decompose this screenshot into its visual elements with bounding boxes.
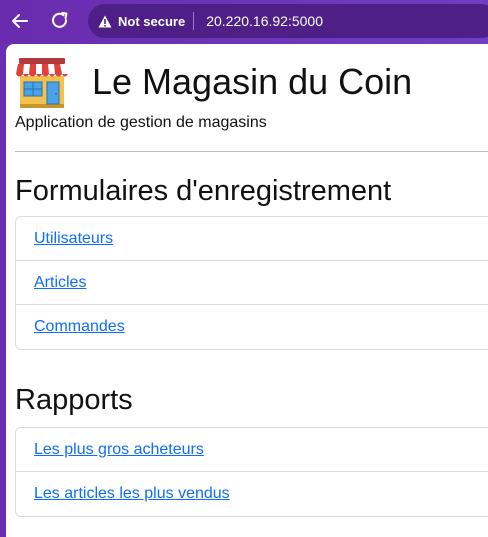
- articles-link[interactable]: Articles: [34, 274, 86, 292]
- list-item: Utilisateurs: [16, 217, 488, 261]
- back-arrow-icon: [12, 14, 28, 28]
- header-divider: [15, 151, 488, 152]
- best-selling-articles-link[interactable]: Les articles les plus vendus: [34, 485, 230, 503]
- reload-icon: [52, 12, 68, 28]
- page-subtitle: Application de gestion de magasins: [15, 114, 267, 131]
- list-item: Les plus gros acheteurs: [16, 428, 488, 472]
- address-divider: [193, 12, 195, 30]
- page-content: Le Magasin du Coin Application de gestio…: [6, 44, 488, 537]
- page-title: Le Magasin du Coin: [92, 61, 413, 102]
- forms-list: Utilisateurs Articles Commandes: [15, 216, 488, 350]
- top-buyers-link[interactable]: Les plus gros acheteurs: [34, 441, 204, 459]
- back-button[interactable]: [7, 8, 33, 34]
- list-item: Les articles les plus vendus: [16, 472, 488, 516]
- list-item: Articles: [16, 261, 488, 305]
- orders-link[interactable]: Commandes: [34, 318, 125, 336]
- security-label[interactable]: Not secure: [118, 14, 185, 29]
- reload-button[interactable]: [47, 8, 73, 34]
- forms-section-title: Formulaires d'enregistrement: [15, 175, 392, 207]
- browser-toolbar: Not secure 20.220.16.92:5000: [0, 0, 488, 44]
- list-item: Commandes: [16, 305, 488, 349]
- reports-section-title: Rapports: [15, 384, 133, 416]
- warning-icon[interactable]: [98, 14, 112, 28]
- store-icon: [16, 58, 68, 108]
- users-link[interactable]: Utilisateurs: [34, 230, 113, 248]
- reports-list: Les plus gros acheteurs Les articles les…: [15, 427, 488, 517]
- address-bar[interactable]: Not secure 20.220.16.92:5000: [88, 4, 488, 38]
- url-text[interactable]: 20.220.16.92:5000: [206, 13, 323, 29]
- site-header: Le Magasin du Coin: [14, 54, 412, 110]
